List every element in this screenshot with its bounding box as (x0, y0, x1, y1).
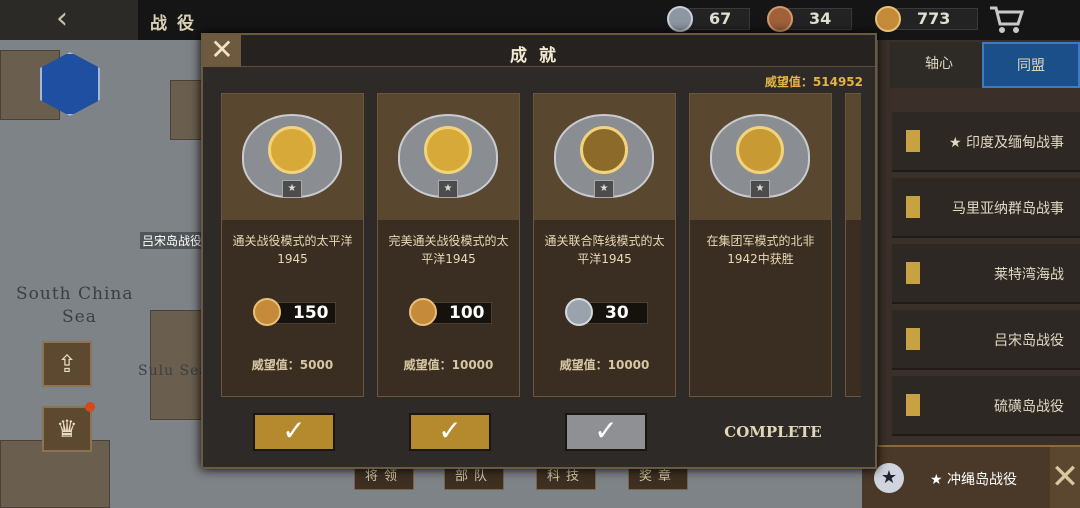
achievement-badge-icon: ★ (554, 108, 654, 198)
prestige-star-icon (875, 6, 901, 32)
reward-value: 100 (449, 303, 485, 323)
achievement-prestige: 威望值：10000 (559, 358, 650, 372)
claim-button-disabled[interactable]: ✓ (565, 413, 647, 451)
achievement-desc: 通关战役模式的太平洋1945 (232, 234, 353, 266)
campaign-item-label: 莱特湾海战 (994, 267, 1064, 283)
medal-icon (906, 328, 920, 350)
check-icon: ✓ (438, 414, 462, 447)
campaign-item-label: 吕宋岛战役 (994, 333, 1064, 349)
achievement-desc: 完美通关战役模式的太平洋1945 (388, 234, 509, 266)
campaign-item-label: ★ 印度及缅甸战事 (948, 135, 1064, 151)
cart-icon[interactable] (988, 4, 1025, 34)
resource-value: 773 (917, 9, 951, 28)
claim-button[interactable]: ✓ (409, 413, 491, 451)
campaign-item[interactable]: 马里亚纳群岛战事 (892, 178, 1080, 238)
tab-axis[interactable]: 轴心 (890, 42, 988, 88)
campaign-item[interactable]: 硫磺岛战役 (892, 376, 1080, 436)
close-button[interactable]: ✕ (203, 35, 241, 67)
campaign-item-label: 马里亚纳群岛战事 (952, 201, 1064, 217)
sea-label-sea: Sea (62, 307, 97, 327)
achievement-badge-icon: ★ (242, 108, 342, 198)
check-icon: ✓ (594, 414, 618, 447)
claim-button[interactable]: ✓ (253, 413, 335, 451)
modal-title: 成就 (510, 46, 568, 66)
medal-icon (906, 130, 920, 152)
campaign-item[interactable]: ★ 印度及缅甸战事 (892, 112, 1080, 172)
complete-label: COMPLETE (724, 423, 822, 441)
achievement-prestige: 威望值：10000 (403, 358, 494, 372)
reward-value: 150 (293, 303, 329, 323)
sea-label-south-china: South China (16, 284, 134, 304)
prestige-star-icon (409, 298, 437, 326)
bronze-medal-icon (767, 6, 793, 32)
campaign-item-label: 硫磺岛战役 (994, 399, 1064, 415)
silver-medal-icon (565, 298, 593, 326)
share-icon: ⇪ (56, 350, 78, 378)
prestige-star-icon (253, 298, 281, 326)
achievement-reward: 150 (253, 298, 336, 326)
achievement-badge-icon: ★ (398, 108, 498, 198)
resource-silver-medal: 67 (667, 6, 750, 32)
achievement-badge-area: ★ (222, 94, 363, 220)
achievement-reward: 100 (409, 298, 492, 326)
achievement-card-partial (845, 93, 861, 397)
resource-prestige: 773 (875, 6, 978, 32)
close-icon: ✕ (210, 33, 234, 66)
sea-label-sulu: Sulu Sea (138, 363, 209, 379)
campaign-item[interactable]: 吕宋岛战役 (892, 310, 1080, 370)
achievement-badge-area: ★ (534, 94, 675, 220)
medal-icon (906, 394, 920, 416)
reward-value: 30 (605, 303, 629, 323)
back-button[interactable]: ‹ (0, 0, 138, 40)
notification-dot (85, 402, 95, 412)
medal-icon (906, 262, 920, 284)
achievement-reward: 30 (565, 298, 648, 326)
achievement-card[interactable]: ★ 完美通关战役模式的太平洋1945 100 威望值：10000 (377, 93, 520, 397)
achievement-desc: 通关联合阵线模式的太平洋1945 (544, 234, 665, 266)
medal-icon (906, 196, 920, 218)
map-location-luzon[interactable]: 吕宋岛战役 (140, 232, 205, 249)
selected-campaign-label: ★ 冲绳岛战役 (930, 472, 1018, 488)
achievement-card[interactable]: ★ 在集团军模式的北非1942中获胜 (689, 93, 832, 397)
selected-campaign[interactable]: ★ ★ 冲绳岛战役 ✕ (862, 445, 1080, 508)
tab-allies[interactable]: 同盟 (982, 42, 1080, 88)
achievement-list[interactable]: ★ 通关战役模式的太平洋1945 150 威望值：5000 ★ 完美通关战役模式… (221, 93, 861, 399)
silver-medal-icon (667, 6, 693, 32)
share-button[interactable]: ⇪ (42, 341, 92, 387)
prestige-total: 威望值：514952 (764, 75, 863, 89)
star-icon: ★ (874, 463, 904, 493)
achievement-badge-area: ★ (378, 94, 519, 220)
trophy-button[interactable]: ♛ (42, 406, 92, 452)
achievements-modal: 成就 ✕ 威望值：514952 ★ 通关战役模式的太平洋1945 150 威望值… (201, 33, 877, 469)
resource-bronze-medal: 34 (767, 6, 852, 32)
campaign-item[interactable]: 莱特湾海战 (892, 244, 1080, 304)
modal-header: 成就 ✕ (203, 35, 875, 67)
resource-value: 34 (809, 9, 832, 28)
resource-value: 67 (709, 9, 732, 28)
achievement-desc: 在集团军模式的北非1942中获胜 (706, 234, 815, 266)
achievement-badge-area: ★ (690, 94, 831, 220)
trophy-icon: ♛ (56, 415, 78, 443)
achievement-card[interactable]: ★ 通关联合阵线模式的太平洋1945 30 威望值：10000 (533, 93, 676, 397)
page-title: 战役 (150, 14, 204, 34)
back-arrow-icon: ‹ (56, 1, 68, 36)
close-panel-icon[interactable]: ✕ (1050, 447, 1080, 508)
achievement-card[interactable]: ★ 通关战役模式的太平洋1945 150 威望值：5000 (221, 93, 364, 397)
achievement-prestige: 威望值：5000 (251, 358, 334, 372)
check-icon: ✓ (282, 414, 306, 447)
achievement-badge-icon: ★ (710, 108, 810, 198)
